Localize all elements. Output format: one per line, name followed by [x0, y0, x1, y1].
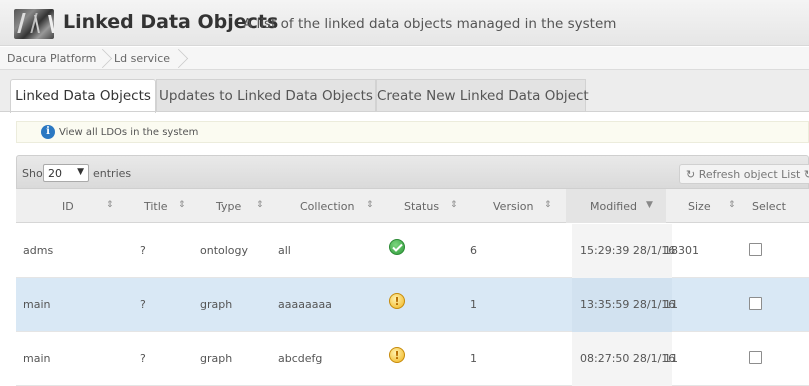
cell-collection: all: [278, 244, 291, 257]
status-accept-icon: [389, 239, 405, 255]
info-icon: i: [41, 125, 55, 139]
column-header-title[interactable]: Title ⇕: [116, 189, 196, 223]
cell-title: ?: [140, 352, 146, 365]
tab-updates[interactable]: Updates to Linked Data Objects: [156, 79, 376, 112]
cell-id: main: [23, 298, 51, 311]
table-row[interactable]: main ? graph aaaaaaaa ! 1 13:35:59 28/1/…: [16, 278, 809, 332]
sort-desc-icon: ▼: [646, 200, 653, 210]
cell-type: graph: [200, 298, 233, 311]
cell-version: 1: [470, 298, 477, 311]
cell-title: ?: [140, 298, 146, 311]
cell-type: graph: [200, 352, 233, 365]
cell-title: ?: [140, 244, 146, 257]
page-subtitle: A list of the linked data objects manage…: [243, 16, 617, 32]
cell-size: 11: [664, 352, 678, 365]
column-header-select: Select: [752, 200, 786, 213]
cell-modified: 13:35:59 28/1/16: [580, 298, 676, 311]
refresh-object-list-button[interactable]: ↻ Refresh object List ↻: [679, 164, 809, 184]
sort-icon: ⇕: [106, 200, 114, 210]
sort-icon: ⇕: [256, 200, 264, 210]
cell-modified: 15:29:39 28/1/16: [580, 244, 676, 257]
tab-linked-data-objects[interactable]: Linked Data Objects: [10, 79, 156, 113]
dacura-logo: [14, 9, 54, 39]
entries-label: entries: [93, 167, 132, 180]
column-header-id[interactable]: ID ⇕: [16, 189, 116, 223]
cell-size: 11: [664, 298, 678, 311]
tab-bar: Linked Data Objects Updates to Linked Da…: [0, 70, 809, 113]
entries-length-select[interactable]: 20 ▼: [43, 164, 89, 182]
cell-version: 1: [470, 352, 477, 365]
cell-modified: 08:27:50 28/1/16: [580, 352, 676, 365]
breadcrumb-separator: [94, 47, 106, 70]
page-header: Linked Data Objects A list of the linked…: [0, 0, 809, 46]
cell-version: 6: [470, 244, 477, 257]
column-header-size[interactable]: Size ⇕: [666, 189, 746, 223]
status-pending-icon: !: [389, 293, 405, 309]
tab-divider: [0, 111, 809, 112]
column-header-collection[interactable]: Collection ⇕: [276, 189, 386, 223]
sort-icon: ⇕: [728, 200, 736, 210]
table-row[interactable]: adms ? ontology all 6 15:29:39 28/1/16 1…: [16, 224, 809, 278]
sort-icon: ⇕: [366, 200, 374, 210]
row-select-checkbox[interactable]: [749, 243, 762, 256]
cell-id: adms: [23, 244, 54, 257]
breadcrumb-ld-service[interactable]: Ld service: [114, 52, 170, 65]
entries-length-value: 20: [48, 167, 62, 180]
info-text: View all LDOs in the system: [59, 127, 199, 138]
status-pending-icon: !: [389, 347, 405, 363]
column-header-type[interactable]: Type ⇕: [196, 189, 276, 223]
column-header-version[interactable]: Version ⇕: [466, 189, 566, 223]
column-header-status[interactable]: Status ⇕: [386, 189, 466, 223]
row-select-checkbox[interactable]: [749, 351, 762, 364]
table-header: ID ⇕ Title ⇕ Type ⇕ Collection ⇕ Status …: [16, 189, 809, 223]
info-message: i View all LDOs in the system: [16, 121, 809, 143]
cell-collection: aaaaaaaa: [278, 298, 332, 311]
breadcrumb-platform[interactable]: Dacura Platform: [7, 52, 96, 65]
sort-icon: ⇕: [450, 200, 458, 210]
row-select-checkbox[interactable]: [749, 297, 762, 310]
cell-size: 18301: [664, 244, 699, 257]
cell-collection: abcdefg: [278, 352, 323, 365]
breadcrumb: Dacura Platform Ld service: [0, 47, 809, 70]
table-row[interactable]: main ? graph abcdefg ! 1 08:27:50 28/1/1…: [16, 332, 809, 386]
chevron-down-icon: ▼: [77, 167, 84, 177]
cell-id: main: [23, 352, 51, 365]
cell-type: ontology: [200, 244, 249, 257]
sort-icon: ⇕: [544, 200, 552, 210]
sort-icon: ⇕: [178, 200, 186, 210]
tab-create-new[interactable]: Create New Linked Data Object: [376, 79, 589, 112]
column-header-modified[interactable]: Modified ▼: [566, 189, 666, 223]
breadcrumb-separator: [170, 47, 182, 70]
table-toolbar: Show 20 ▼ entries ↻ Refresh object List …: [16, 155, 809, 189]
